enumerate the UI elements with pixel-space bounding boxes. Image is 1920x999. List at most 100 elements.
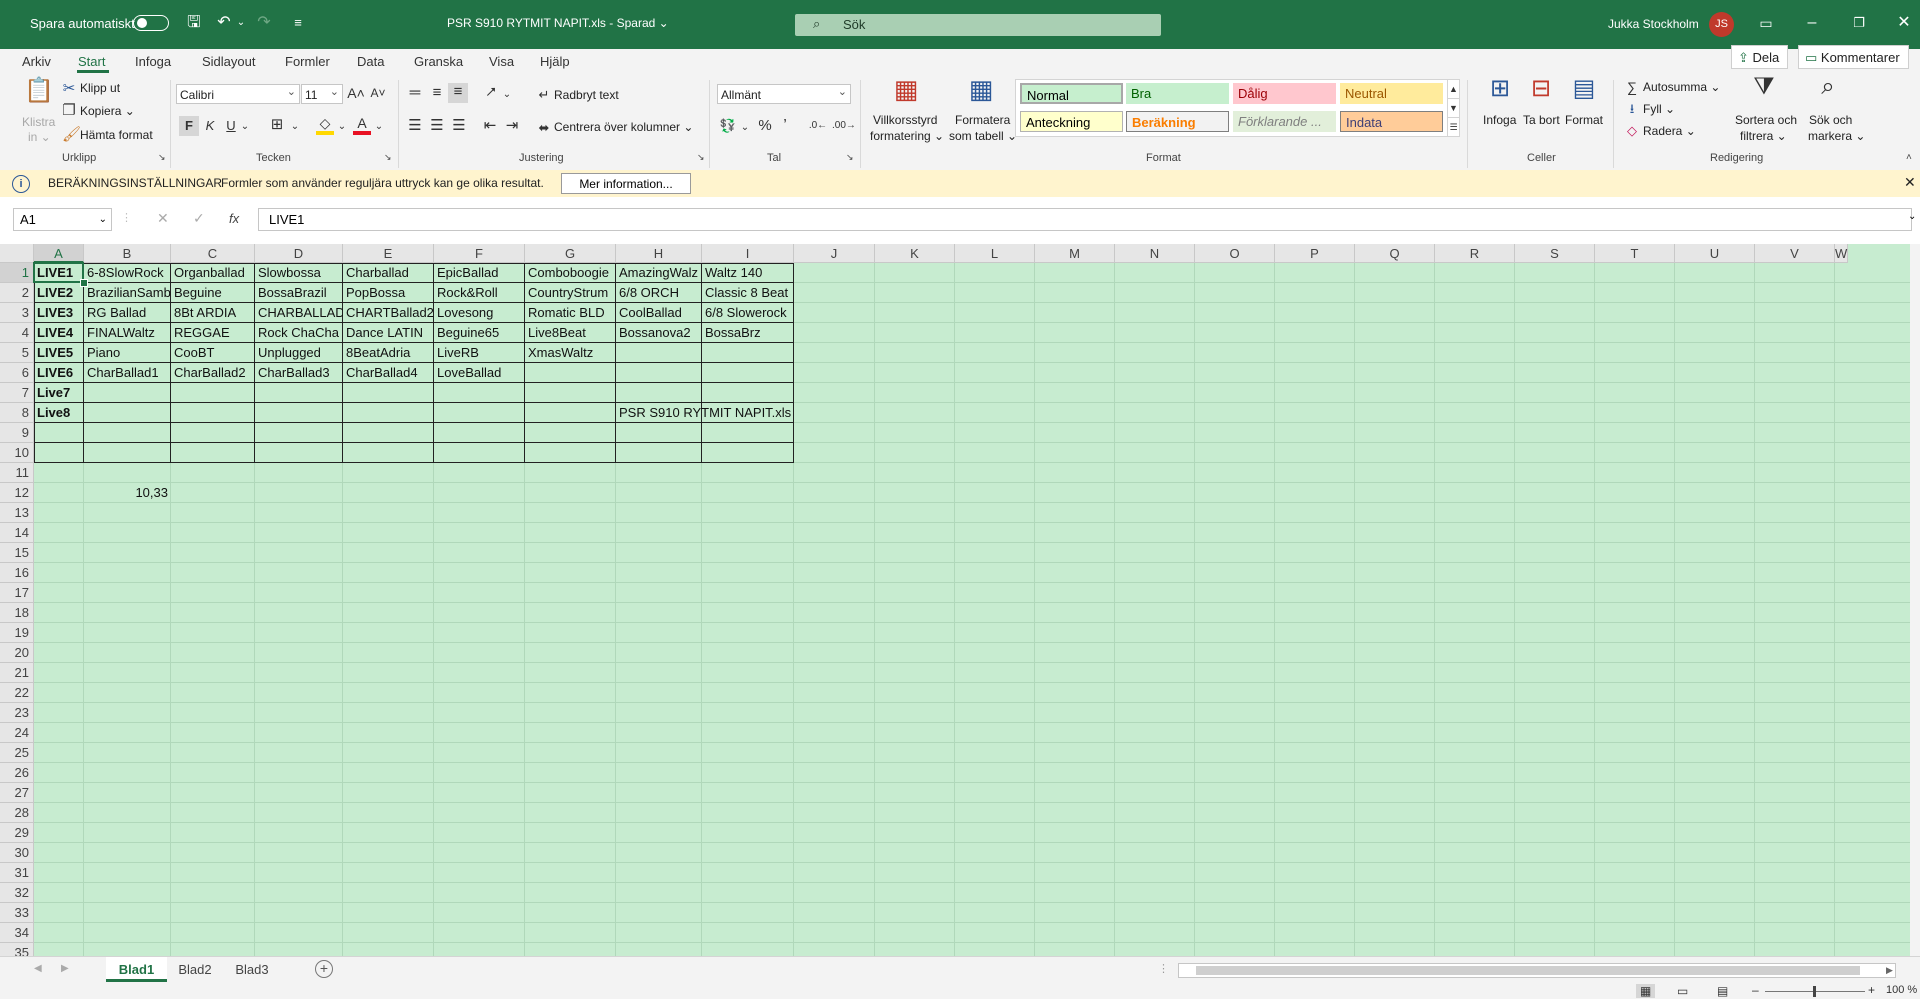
row-header-32[interactable]: 32 (0, 883, 34, 903)
row-header-13[interactable]: 13 (0, 503, 34, 523)
border-icon[interactable]: ⊞ (268, 116, 286, 134)
column-header-o[interactable]: O (1195, 244, 1275, 263)
cell-b12[interactable]: 10,33 (85, 483, 170, 503)
format-cells-icon[interactable]: ▤ (1569, 77, 1599, 101)
paste-sub-label[interactable]: in ⌄ (28, 130, 51, 144)
cell-f5[interactable]: LiveRB (435, 343, 525, 363)
format-painter-icon[interactable]: 🖌 (62, 126, 81, 144)
format-as-table-icon[interactable]: ▦ (966, 76, 996, 102)
align-left-icon[interactable]: ☰ (406, 117, 424, 135)
row-header-6[interactable]: 6 (0, 363, 34, 383)
clipboard-launcher-icon[interactable]: ↘ (158, 152, 166, 163)
row-header-26[interactable]: 26 (0, 763, 34, 783)
cell-f1[interactable]: EpicBallad (435, 263, 525, 283)
cell-e6[interactable]: CharBallad4 (344, 363, 434, 383)
vertical-scrollbar[interactable] (1910, 244, 1920, 956)
scroll-right-icon[interactable]: ▶ (1886, 965, 1893, 976)
row-header-8[interactable]: 8 (0, 403, 34, 423)
cell-h4[interactable]: Bossanova2 (617, 323, 702, 343)
wrap-text-button[interactable]: Radbryt text (554, 88, 619, 102)
find-select-label-2[interactable]: markera ⌄ (1808, 129, 1865, 143)
normal-view-icon[interactable]: ▦ (1636, 984, 1656, 998)
align-middle-icon[interactable]: ≡ (428, 84, 446, 102)
cell-d5[interactable]: Unplugged (256, 343, 343, 363)
cell-d6[interactable]: CharBallad3 (256, 363, 343, 383)
cell-g6[interactable] (526, 363, 616, 383)
cut-icon[interactable]: ✂ (62, 80, 76, 98)
cell-c3[interactable]: 8Bt ARDIA (172, 303, 255, 323)
insert-cells-button[interactable]: Infoga (1483, 113, 1516, 127)
zoom-in-icon[interactable]: + (1868, 983, 1875, 997)
tab-arkiv[interactable]: Arkiv (22, 49, 51, 74)
column-header-h[interactable]: H (616, 244, 702, 263)
insert-cells-icon[interactable]: ⊞ (1485, 77, 1515, 101)
row-header-21[interactable]: 21 (0, 663, 34, 683)
format-cells-button[interactable]: Format (1565, 113, 1603, 127)
conditional-formatting-icon[interactable]: ▦ (891, 76, 921, 102)
autosum-button[interactable]: Autosumma ⌄ (1643, 80, 1720, 94)
cell-c2[interactable]: Beguine (172, 283, 255, 303)
collapse-ribbon-icon[interactable]: ˄ (1906, 152, 1912, 163)
row-header-5[interactable]: 5 (0, 343, 34, 363)
cell-d2[interactable]: BossaBrazil (256, 283, 343, 303)
cell-h7[interactable] (617, 383, 702, 403)
tab-hjalp[interactable]: Hjälp (540, 49, 570, 74)
cell-c1[interactable]: Organballad (172, 263, 255, 283)
style-forklarande[interactable]: Förklarande ... (1233, 111, 1336, 132)
cell-e7[interactable] (344, 383, 434, 403)
format-as-table-label[interactable]: Formatera (955, 113, 1010, 127)
column-header-c[interactable]: C (171, 244, 255, 263)
font-size-select[interactable]: 11 (301, 82, 343, 104)
column-header-u[interactable]: U (1675, 244, 1755, 263)
sort-filter-label-2[interactable]: filtrera ⌄ (1740, 129, 1787, 143)
cell-a8[interactable]: Live8 (35, 403, 84, 423)
expand-formula-icon[interactable]: ⌄ (1908, 211, 1916, 222)
ribbon-display-icon[interactable]: ▭ (1755, 13, 1777, 33)
cell-g8[interactable] (526, 403, 616, 423)
row-header-30[interactable]: 30 (0, 843, 34, 863)
find-select-label[interactable]: Sök och (1809, 113, 1852, 127)
gallery-up-icon[interactable]: ▲ (1447, 79, 1460, 99)
align-right-icon[interactable]: ☰ (450, 117, 468, 135)
fill-icon[interactable]: ⭳ (1625, 100, 1639, 118)
formula-bar-handle-icon[interactable]: ⋮ (121, 211, 132, 224)
share-button[interactable]: ⇪ Dela (1731, 45, 1789, 69)
percent-style-icon[interactable]: % (756, 117, 774, 135)
orientation-icon[interactable]: ⭧ (482, 84, 500, 102)
cell-i7[interactable] (703, 383, 794, 403)
row-header-20[interactable]: 20 (0, 643, 34, 663)
cell-g3[interactable]: Romatic BLD (526, 303, 616, 323)
tab-infoga[interactable]: Infoga (135, 49, 171, 74)
page-break-icon[interactable]: ▤ (1717, 984, 1728, 998)
row-header-34[interactable]: 34 (0, 923, 34, 943)
cell-i6[interactable] (703, 363, 794, 383)
align-top-icon[interactable]: ═ (406, 84, 424, 102)
style-indata[interactable]: Indata (1340, 111, 1443, 132)
cell-a6[interactable]: LIVE6 (35, 363, 84, 383)
tab-visa[interactable]: Visa (489, 49, 514, 74)
comments-button[interactable]: ▭ Kommentarer (1798, 45, 1909, 69)
font-name-select[interactable]: Calibri (176, 82, 300, 104)
conditional-formatting-label-2[interactable]: formatering ⌄ (870, 129, 944, 143)
style-normal[interactable]: Normal (1020, 83, 1123, 104)
column-header-g[interactable]: G (525, 244, 616, 263)
cell-i8[interactable] (703, 403, 794, 423)
gallery-down-icon[interactable]: ▼ (1447, 98, 1460, 118)
cell-g4[interactable]: Live8Beat (526, 323, 616, 343)
accounting-dropdown-icon[interactable]: ⌄ (740, 119, 750, 137)
paste-label[interactable]: Klistra (22, 115, 55, 129)
column-header-e[interactable]: E (343, 244, 434, 263)
insert-function-icon[interactable]: fx (229, 211, 239, 226)
row-header-12[interactable]: 12 (0, 483, 34, 503)
clear-icon[interactable]: ◇ (1625, 122, 1639, 140)
avatar[interactable]: JS (1709, 12, 1734, 37)
cancel-entry-icon[interactable]: ✕ (157, 210, 169, 227)
cell-c5[interactable]: CooBT (172, 343, 255, 363)
page-layout-icon[interactable]: ▭ (1677, 984, 1688, 998)
comma-style-icon[interactable]: ’ (778, 117, 792, 135)
row-header-1[interactable]: 1 (0, 263, 34, 283)
sort-filter-icon[interactable]: ⧩ (1748, 75, 1780, 99)
cell-f3[interactable]: Lovesong (435, 303, 525, 323)
tab-sidlayout[interactable]: Sidlayout (202, 49, 255, 74)
close-infobar-icon[interactable]: ✕ (1904, 174, 1916, 191)
